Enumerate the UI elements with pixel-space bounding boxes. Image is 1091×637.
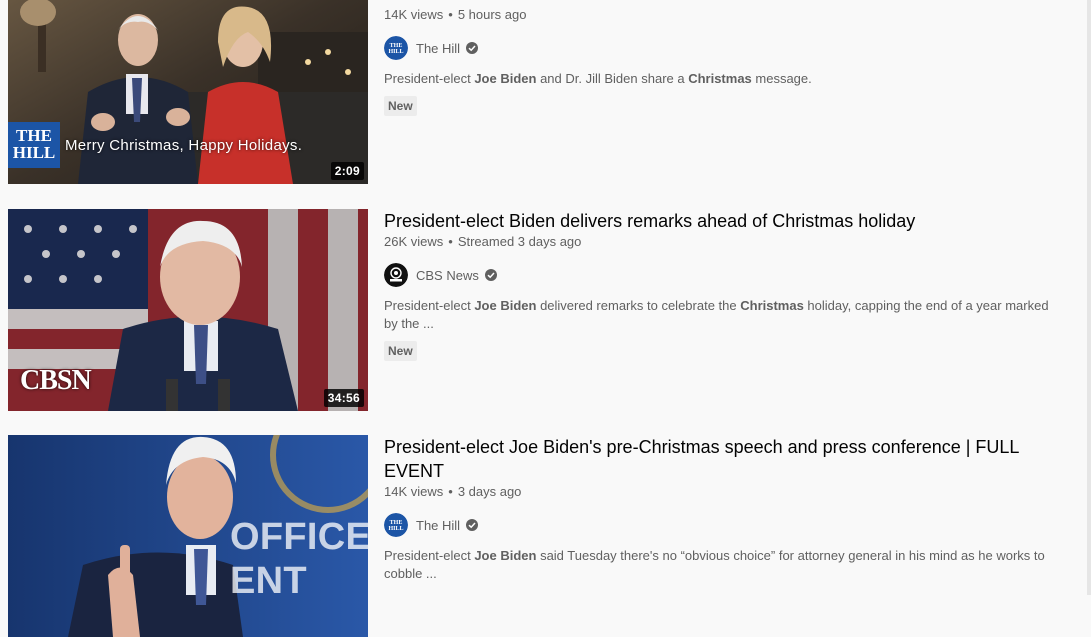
svg-text:HILL: HILL [388, 49, 403, 55]
channel-name[interactable]: The Hill [416, 518, 460, 533]
desc-highlight: Christmas [740, 298, 804, 313]
video-thumbnail[interactable]: CBSN 34:56 [8, 209, 368, 411]
video-meta: 26K views • Streamed 3 days ago [384, 234, 582, 249]
logo-line-2: HILL [12, 143, 56, 162]
video-result: OFFICE ENT President-elect Joe Biden's p… [8, 435, 1078, 637]
channel-avatar-icon: THE HILL [384, 513, 408, 537]
logo-line-1: THE [16, 126, 52, 145]
desc-highlight: Joe Biden [474, 71, 537, 86]
thumbnail-caption: Merry Christmas, Happy Holidays. [65, 137, 303, 154]
upload-age: Streamed 3 days ago [457, 234, 582, 249]
desc-text: President-elect [384, 548, 475, 563]
channel-avatar-icon: THE HILL [384, 36, 408, 60]
view-count: 14K views [384, 7, 444, 22]
view-count: 26K views [384, 234, 444, 249]
desc-text: President-elect [384, 298, 475, 313]
desc-highlight: Christmas [688, 71, 752, 86]
video-info: President-elect Joe Biden's pre-Christma… [384, 435, 1064, 637]
new-badge: New [384, 341, 417, 361]
video-description: President-elect Joe Biden delivered rema… [384, 297, 1064, 333]
video-info: 14K views • 5 hours ago THE HILL The Hill … [384, 0, 1064, 184]
channel-link[interactable]: THE HILL The Hill [384, 513, 1064, 537]
channel-name[interactable]: CBS News [416, 268, 479, 283]
svg-text:HILL: HILL [388, 526, 403, 532]
desc-text: message. [751, 71, 812, 86]
verified-check-icon [466, 42, 479, 54]
duration-badge: 2:09 [330, 162, 364, 180]
upload-age: 5 hours ago [457, 7, 527, 22]
verified-check-icon [466, 519, 479, 531]
channel-avatar-icon [384, 263, 408, 287]
channel-link[interactable]: CBS News [384, 263, 1064, 287]
thumbnail-image [8, 0, 368, 184]
view-count: 14K views [384, 484, 444, 499]
video-result: CBSN 34:56 President-elect Biden deliver… [8, 209, 1078, 411]
background-text: OFFICE ENT [230, 516, 368, 602]
video-thumbnail[interactable]: OFFICE ENT [8, 435, 368, 637]
video-description: President-elect Joe Biden said Tuesday t… [384, 547, 1064, 583]
scrollbar[interactable] [1087, 0, 1091, 595]
desc-highlight: Joe Biden [474, 548, 537, 563]
video-meta: 14K views • 3 days ago [384, 484, 522, 499]
video-thumbnail[interactable]: THE HILL Merry Christmas, Happy Holidays… [8, 0, 368, 184]
upload-age: 3 days ago [457, 484, 522, 499]
desc-text: President-elect [384, 71, 475, 86]
channel-name[interactable]: The Hill [416, 41, 460, 56]
desc-text: and Dr. Jill Biden share a [536, 71, 689, 86]
video-title[interactable]: President-elect Biden delivers remarks a… [384, 209, 1064, 233]
video-meta: 14K views • 5 hours ago [384, 7, 527, 22]
desc-text: delivered remarks to celebrate the [536, 298, 741, 313]
desc-highlight: Joe Biden [474, 298, 537, 313]
duration-badge: 34:56 [323, 389, 364, 407]
the-hill-logo: THE HILL [8, 122, 60, 168]
verified-check-icon [484, 269, 497, 281]
video-result: THE HILL Merry Christmas, Happy Holidays… [8, 0, 1078, 184]
new-badge: New [384, 96, 417, 116]
video-title[interactable]: President-elect Joe Biden's pre-Christma… [384, 435, 1064, 483]
cbsn-logo: CBSN [20, 365, 92, 396]
channel-link[interactable]: THE HILL The Hill [384, 36, 1064, 60]
video-description: President-elect Joe Biden and Dr. Jill B… [384, 70, 1064, 88]
video-info: President-elect Biden delivers remarks a… [384, 209, 1064, 411]
